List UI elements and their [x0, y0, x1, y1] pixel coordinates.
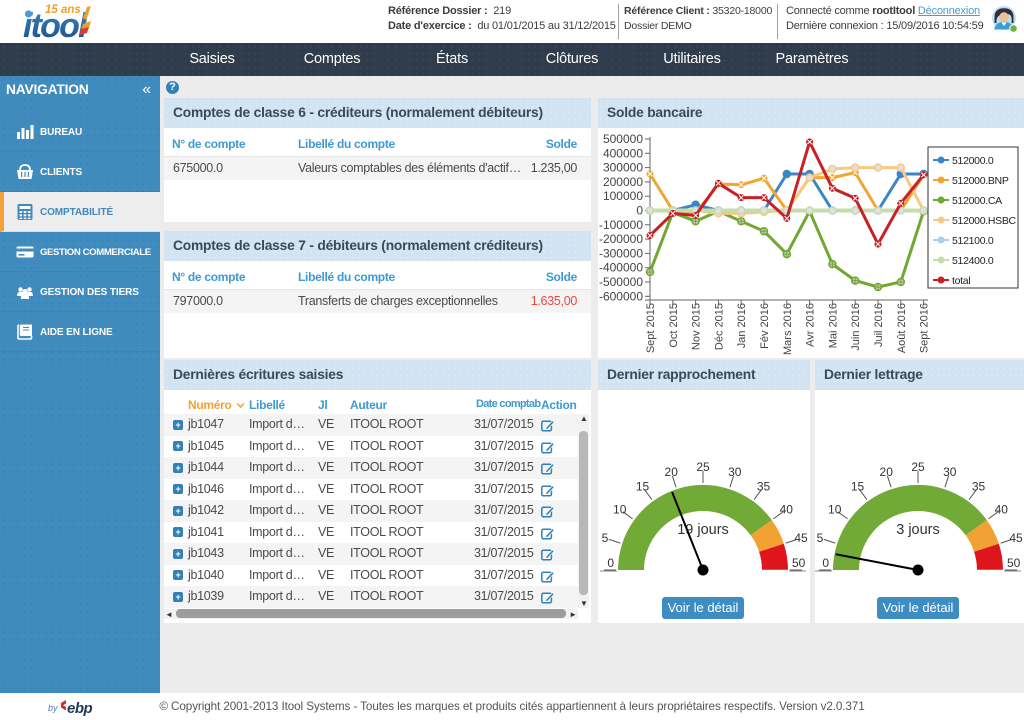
svg-text:-600000: -600000	[599, 289, 643, 303]
svg-text:Juin 2016: Juin 2016	[850, 303, 862, 351]
svg-text:-300000: -300000	[599, 246, 643, 260]
svg-text:Sept 2015: Sept 2015	[645, 303, 657, 353]
svg-text:30: 30	[728, 465, 742, 479]
svg-text:-500000: -500000	[599, 275, 643, 289]
svg-text:40: 40	[780, 503, 794, 517]
svg-text:300000: 300000	[603, 161, 643, 175]
svg-text:Mai 2016: Mai 2016	[827, 303, 839, 348]
svg-text:512000.CA: 512000.CA	[952, 195, 1002, 207]
svg-text:Août 2016: Août 2016	[896, 303, 908, 353]
svg-text:45: 45	[1009, 531, 1023, 545]
svg-text:Juil 2016: Juil 2016	[873, 303, 885, 347]
svg-text:512000.0: 512000.0	[952, 155, 994, 167]
svg-text:5: 5	[817, 531, 824, 545]
svg-text:200000: 200000	[603, 175, 643, 189]
svg-text:45: 45	[794, 531, 808, 545]
svg-text:10: 10	[613, 503, 627, 517]
svg-text:0: 0	[636, 204, 643, 218]
svg-text:100000: 100000	[603, 189, 643, 203]
svg-text:-100000: -100000	[599, 218, 643, 232]
svg-text:Nov 2015: Nov 2015	[691, 303, 703, 350]
svg-text:-200000: -200000	[599, 232, 643, 246]
svg-text:20: 20	[880, 465, 894, 479]
svg-text:3 jours: 3 jours	[896, 522, 940, 538]
svg-text:35: 35	[972, 480, 986, 494]
svg-text:Avr 2016: Avr 2016	[805, 303, 817, 347]
svg-text:Oct 2015: Oct 2015	[668, 303, 680, 348]
svg-text:5: 5	[602, 531, 609, 545]
svg-text:Fév 2016: Fév 2016	[759, 303, 771, 349]
svg-text:15: 15	[851, 480, 865, 494]
svg-text:512100.0: 512100.0	[952, 235, 994, 247]
svg-text:Sept 2016: Sept 2016	[919, 303, 931, 353]
svg-text:512000.HSBC: 512000.HSBC	[952, 215, 1017, 227]
svg-text:15 ans: 15 ans	[45, 4, 81, 16]
svg-text:Déc 2015: Déc 2015	[713, 303, 725, 350]
svg-text:30: 30	[943, 465, 957, 479]
svg-text:512000.BNP: 512000.BNP	[952, 175, 1009, 187]
svg-text:total: total	[952, 275, 970, 287]
svg-text:25: 25	[696, 460, 710, 474]
svg-text:15: 15	[636, 480, 650, 494]
svg-text:Jan 2016: Jan 2016	[736, 303, 748, 348]
svg-text:25: 25	[911, 460, 925, 474]
svg-text:50: 50	[1007, 556, 1021, 570]
svg-text:35: 35	[757, 480, 771, 494]
svg-text:512400.0: 512400.0	[952, 255, 994, 267]
svg-text:0: 0	[822, 556, 829, 570]
svg-text:500000: 500000	[603, 132, 643, 146]
svg-text:0: 0	[607, 556, 614, 570]
svg-text:-400000: -400000	[599, 261, 643, 275]
svg-text:10: 10	[828, 503, 842, 517]
svg-text:40: 40	[995, 503, 1009, 517]
svg-text:20: 20	[665, 465, 679, 479]
svg-text:50: 50	[792, 556, 806, 570]
svg-text:Mars 2016: Mars 2016	[782, 303, 794, 355]
svg-text:400000: 400000	[603, 146, 643, 160]
